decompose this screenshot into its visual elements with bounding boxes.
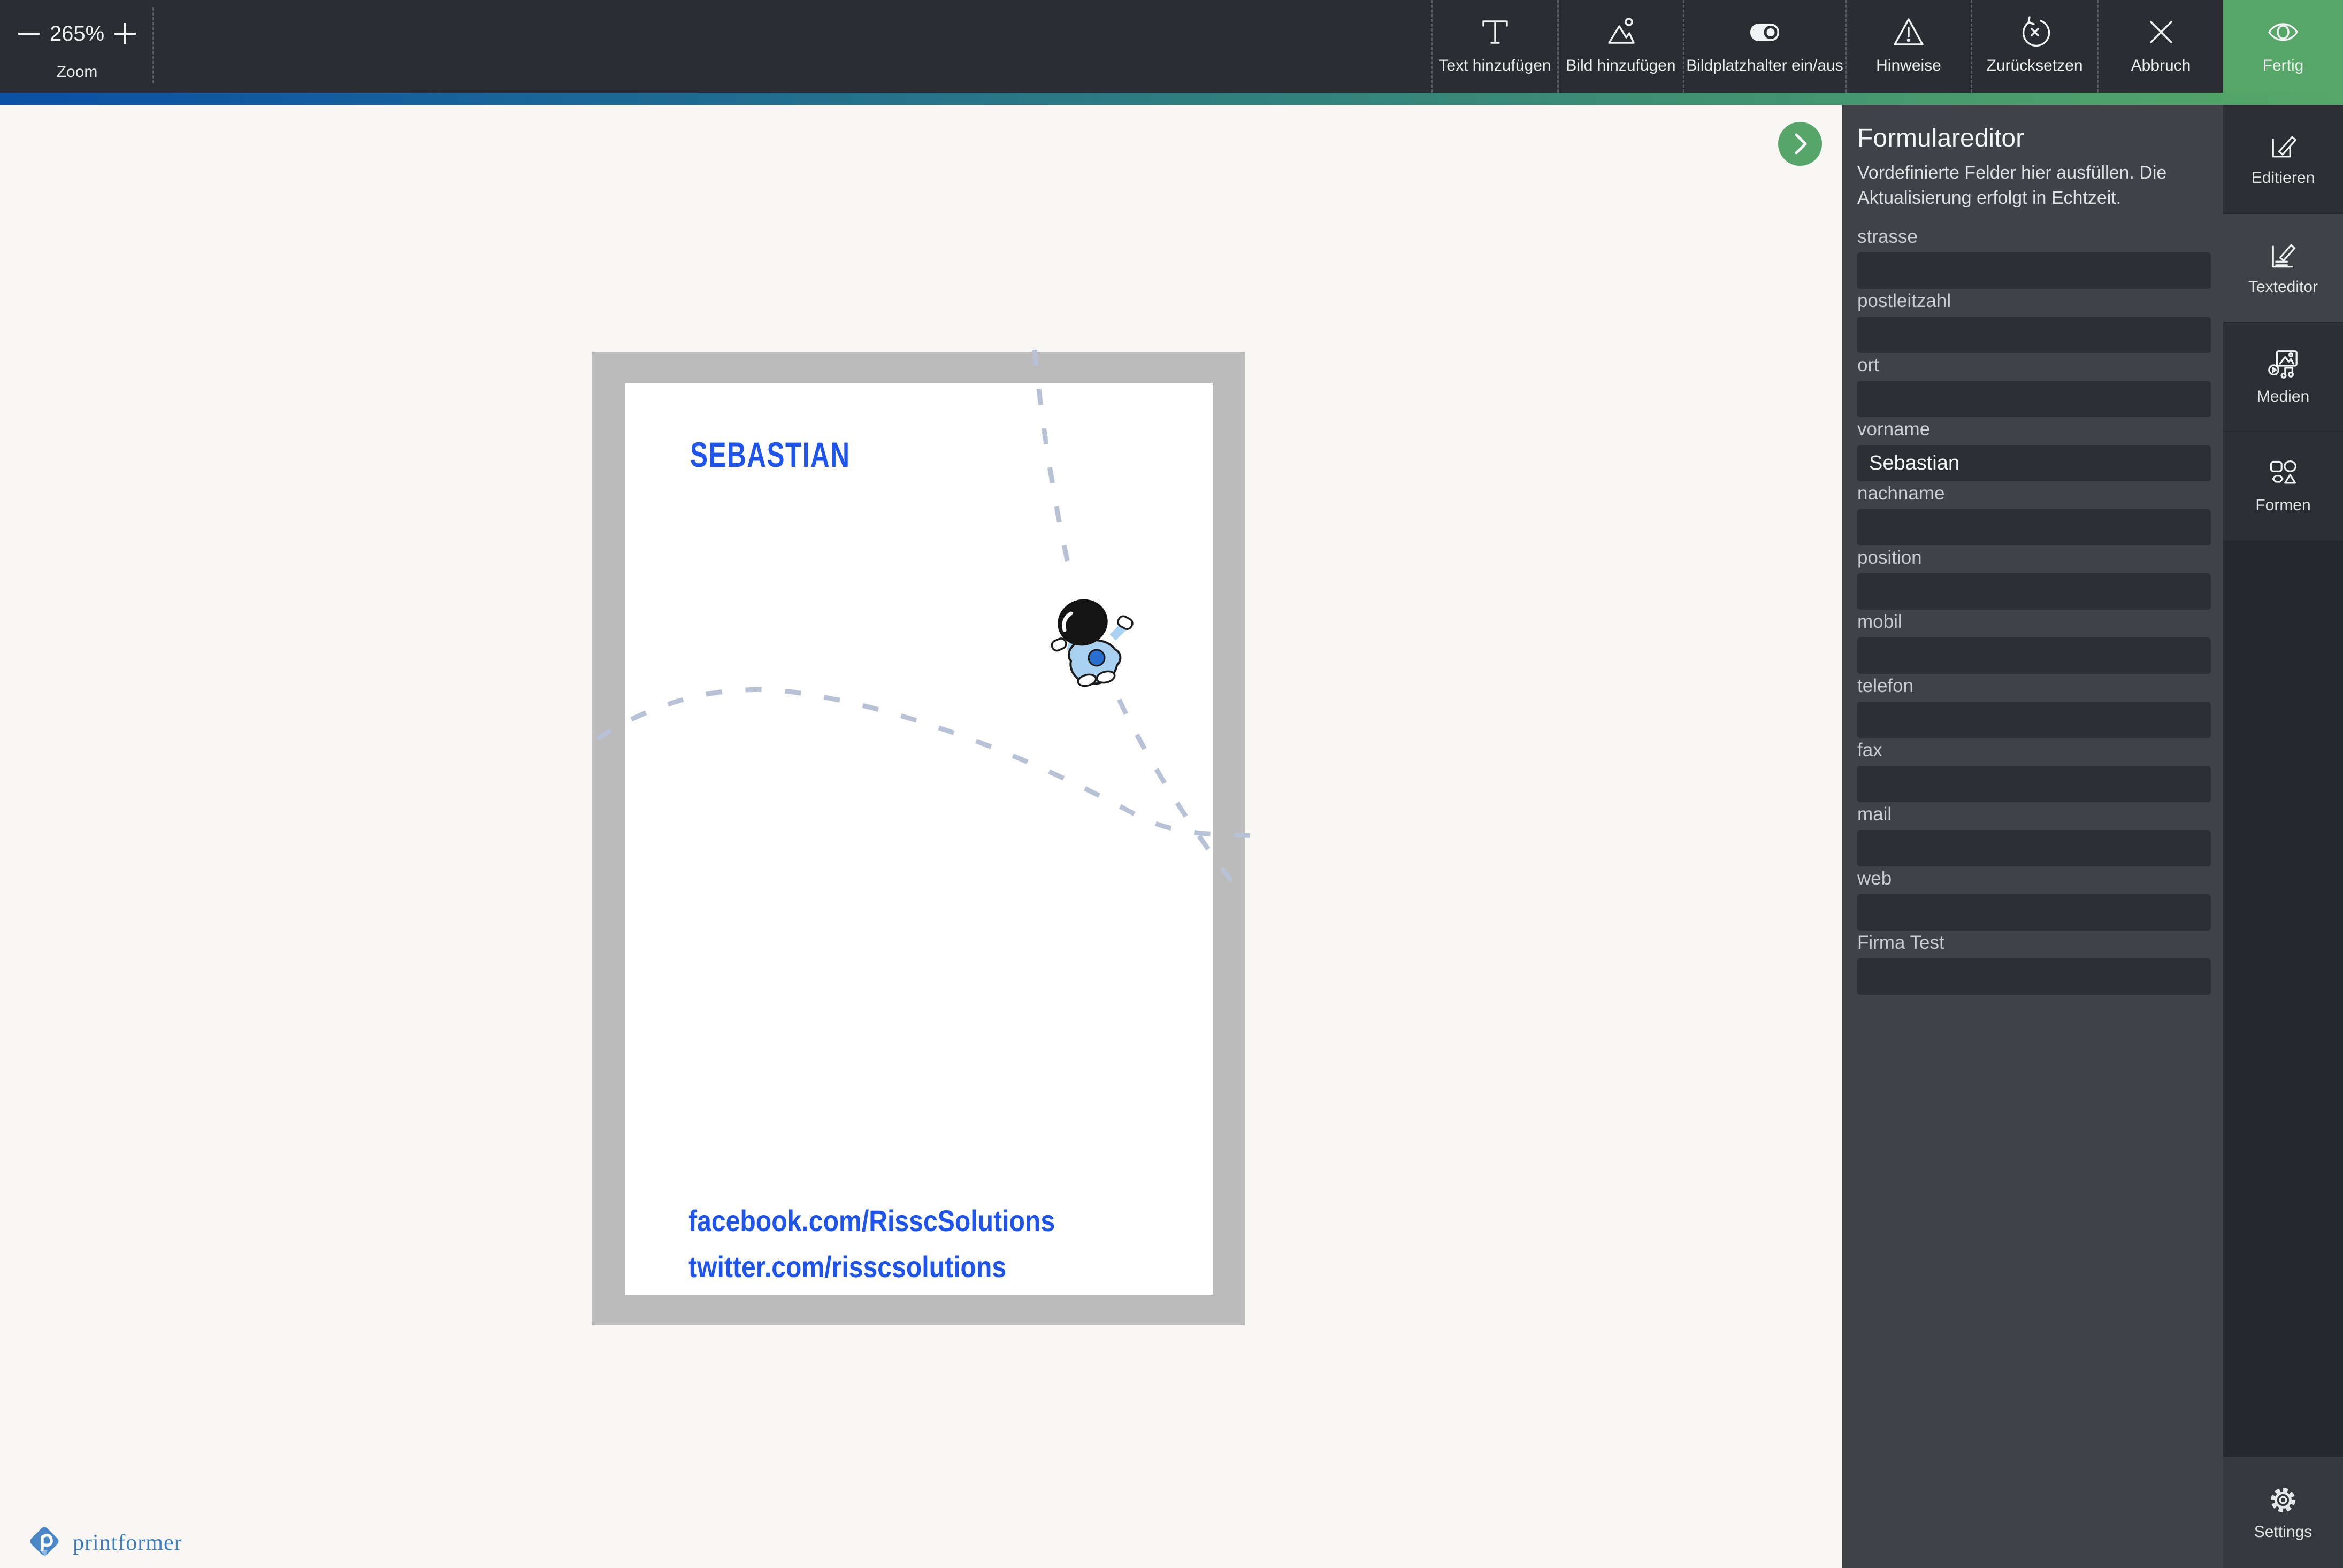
position-input[interactable] xyxy=(1857,573,2211,610)
tab-medien[interactable]: Medien xyxy=(2223,323,2343,431)
settings-button[interactable]: Settings xyxy=(2223,1457,2343,1568)
form-editor-panel: Formulareditor Vordefinierte Felder hier… xyxy=(1842,105,2223,1568)
panel-title: Formulareditor xyxy=(1857,124,2025,152)
printformer-logo: printformer xyxy=(28,1525,182,1561)
fax-input[interactable] xyxy=(1857,766,2211,802)
printformer-logo-icon xyxy=(30,1527,59,1557)
postleitzahl-input[interactable] xyxy=(1857,317,2211,353)
firma-test-input[interactable] xyxy=(1857,958,2211,995)
field-fax: fax xyxy=(1857,739,2211,802)
add-text-button[interactable]: Text hinzufügen xyxy=(1431,0,1557,93)
field-position: position xyxy=(1857,547,2211,610)
accent-gradient-bar xyxy=(0,93,2343,105)
zoom-in-button[interactable] xyxy=(111,20,139,48)
zoom-out-button[interactable] xyxy=(15,20,43,48)
card-name-text: SEBASTIAN xyxy=(690,435,851,474)
toolbar-actions: Text hinzufügen Bild hinzufügen Bildplat… xyxy=(1431,0,2343,93)
tab-texteditor[interactable]: Texteditor xyxy=(2223,214,2343,322)
twitter-link-text: twitter.com/risscsolutions xyxy=(688,1250,1007,1283)
form-fields: strasse postleitzahl ort vorname nachnam… xyxy=(1857,226,2211,995)
facebook-link-text: facebook.com/RisscSolutions xyxy=(688,1204,1055,1238)
add-image-button[interactable]: Bild hinzufügen xyxy=(1557,0,1683,93)
toolbar-divider xyxy=(152,7,154,83)
field-nachname: nachname xyxy=(1857,482,2211,545)
zoom-caption: Zoom xyxy=(56,63,98,81)
design-canvas: SEBASTIAN facebook.com/RisscSolutions tw… xyxy=(0,105,1842,1568)
field-ort: ort xyxy=(1857,354,2211,417)
design-mat: SEBASTIAN facebook.com/RisscSolutions tw… xyxy=(592,352,1245,1325)
finish-button[interactable]: Fertig xyxy=(2223,0,2343,93)
telefon-input[interactable] xyxy=(1857,702,2211,738)
reset-icon xyxy=(2018,12,2052,52)
card-social-links: facebook.com/RisscSolutions twitter.com/… xyxy=(688,1198,1055,1290)
zoom-controls: 265% Zoom xyxy=(15,0,139,93)
edit-icon xyxy=(2272,136,2297,158)
astronaut-illustration xyxy=(1051,599,1134,687)
tab-editieren[interactable]: Editieren xyxy=(2223,105,2343,213)
panel-subtitle: Vordefinierte Felder hier ausfüllen. Die… xyxy=(1857,163,2167,208)
toggle-on-icon xyxy=(1747,12,1782,52)
image-placeholder-toggle-button[interactable]: Bildplatzhalter ein/aus xyxy=(1683,0,1845,93)
shapes-icon xyxy=(2270,460,2297,484)
field-firma-test: Firma Test xyxy=(1857,932,2211,995)
mail-input[interactable] xyxy=(1857,830,2211,866)
mobil-input[interactable] xyxy=(1857,637,2211,674)
zoom-level-value: 265% xyxy=(49,21,105,45)
text-icon xyxy=(1478,12,1512,52)
field-web: web xyxy=(1857,867,2211,931)
chevron-right-icon xyxy=(1795,133,1807,155)
gear-icon xyxy=(2271,1488,2295,1512)
close-icon xyxy=(2144,12,2178,52)
eye-icon xyxy=(2265,12,2301,52)
vorname-input[interactable] xyxy=(1857,445,2211,481)
field-telefon: telefon xyxy=(1857,675,2211,738)
warning-triangle-icon xyxy=(1892,12,1926,52)
tab-formen[interactable]: Formen xyxy=(2223,432,2343,540)
field-postleitzahl: postleitzahl xyxy=(1857,290,2211,353)
strasse-input[interactable] xyxy=(1857,252,2211,289)
design-page[interactable]: SEBASTIAN facebook.com/RisscSolutions tw… xyxy=(625,383,1213,1295)
ort-input[interactable] xyxy=(1857,381,2211,417)
top-toolbar: 265% Zoom Text hinzufügen Bild hinzufüge… xyxy=(0,0,2343,93)
cancel-button[interactable]: Abbruch xyxy=(2097,0,2223,93)
reset-button[interactable]: Zurücksetzen xyxy=(1971,0,2097,93)
field-mail: mail xyxy=(1857,803,2211,866)
media-icon xyxy=(2268,350,2298,379)
hints-button[interactable]: Hinweise xyxy=(1845,0,1971,93)
field-vorname: vorname xyxy=(1857,418,2211,481)
text-editor-icon xyxy=(2272,244,2296,268)
field-mobil: mobil xyxy=(1857,611,2211,674)
web-input[interactable] xyxy=(1857,894,2211,931)
nachname-input[interactable] xyxy=(1857,509,2211,545)
printformer-logo-text: printformer xyxy=(73,1531,182,1555)
tool-rail: Editieren Texteditor Medien Formen Setti… xyxy=(2223,105,2343,1568)
collapse-panel-button[interactable] xyxy=(1778,122,1822,166)
image-icon xyxy=(1604,12,1638,52)
field-strasse: strasse xyxy=(1857,226,2211,289)
